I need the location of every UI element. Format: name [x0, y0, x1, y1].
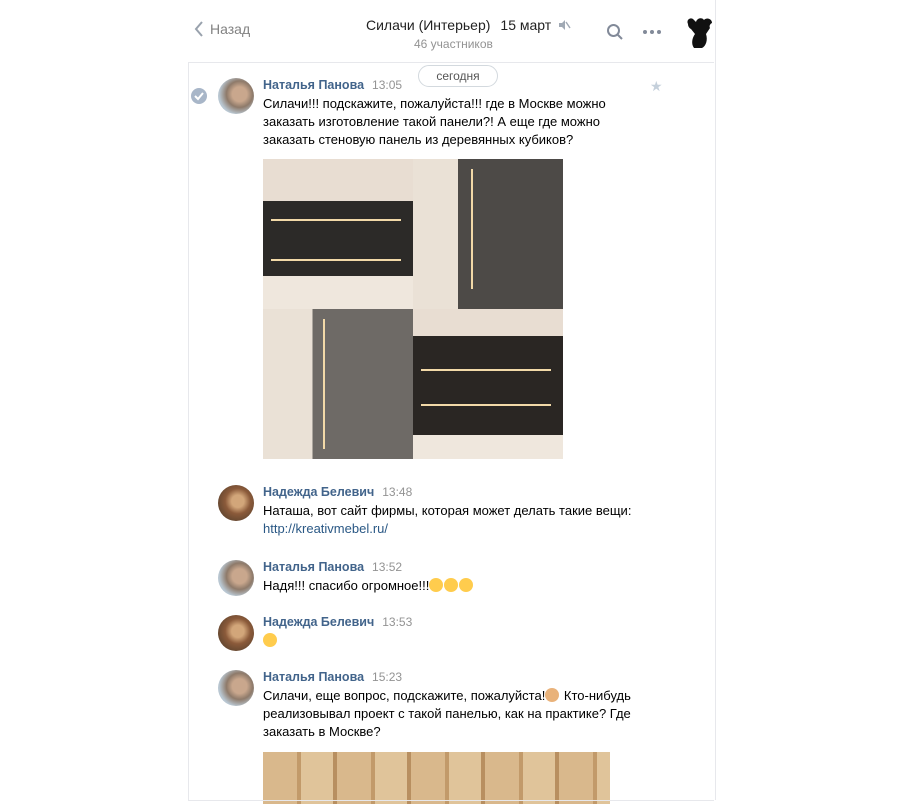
avatar[interactable] [218, 615, 254, 651]
chat-date: 15 март [500, 17, 552, 33]
message-time: 15:23 [372, 670, 403, 684]
participants-count: 46 участников [414, 37, 493, 51]
kiss-emoji-icon [429, 578, 444, 592]
message-text [263, 632, 643, 650]
message-time: 13:05 [372, 78, 403, 92]
message-link[interactable]: http://kreativmebel.ru/ [263, 521, 388, 536]
chat-title[interactable]: Силачи (Интерьер) 15 март [366, 17, 571, 33]
smile-emoji-icon [263, 633, 277, 647]
chat-header: Назад Силачи (Интерьер) 15 март 46 участ… [188, 0, 714, 63]
chevron-left-icon [194, 21, 203, 37]
divider [188, 800, 714, 801]
chat-name: Силачи (Интерьер) [366, 17, 491, 33]
avatar[interactable] [218, 560, 254, 596]
muted-speaker-icon [559, 20, 571, 30]
message-time: 13:48 [382, 485, 413, 499]
kiss-emoji-icon [444, 578, 459, 592]
chat-avatar[interactable] [684, 14, 716, 50]
message-author[interactable]: Наталья Панова 13:52 [263, 560, 402, 574]
message-author[interactable]: Наталья Панова 15:23 [263, 670, 402, 684]
message-time: 13:53 [382, 615, 413, 629]
message-text: Силачи!!! подскажите, пожалуйста!!! где … [263, 96, 606, 147]
date-divider: сегодня [418, 65, 498, 87]
more-dots-icon[interactable] [643, 30, 661, 34]
back-button[interactable]: Назад [194, 21, 250, 37]
avatar[interactable] [218, 78, 254, 114]
message-text: Силачи, еще вопрос, подскажите, пожалуйс… [263, 688, 631, 739]
search-icon[interactable] [606, 23, 624, 41]
message-text: Наташа, вот сайт фирмы, которая может де… [263, 503, 632, 536]
message-author[interactable]: Наталья Панова 13:05 [263, 78, 402, 92]
message-author[interactable]: Надежда Белевич 13:48 [263, 485, 412, 499]
kiss-emoji-icon [459, 578, 474, 592]
star-icon[interactable]: ★ [650, 78, 663, 95]
attached-image-panels[interactable] [263, 159, 563, 459]
attached-image-wood-cubes[interactable] [263, 752, 610, 804]
praying-hands-icon [545, 688, 560, 702]
avatar[interactable] [218, 485, 254, 521]
message-time: 13:52 [372, 560, 403, 574]
back-label: Назад [210, 21, 251, 37]
read-check-icon[interactable] [191, 88, 207, 104]
message-author[interactable]: Надежда Белевич 13:53 [263, 615, 412, 629]
message-text: Надя!!! спасибо огромное!!! [263, 577, 643, 595]
avatar[interactable] [218, 670, 254, 706]
